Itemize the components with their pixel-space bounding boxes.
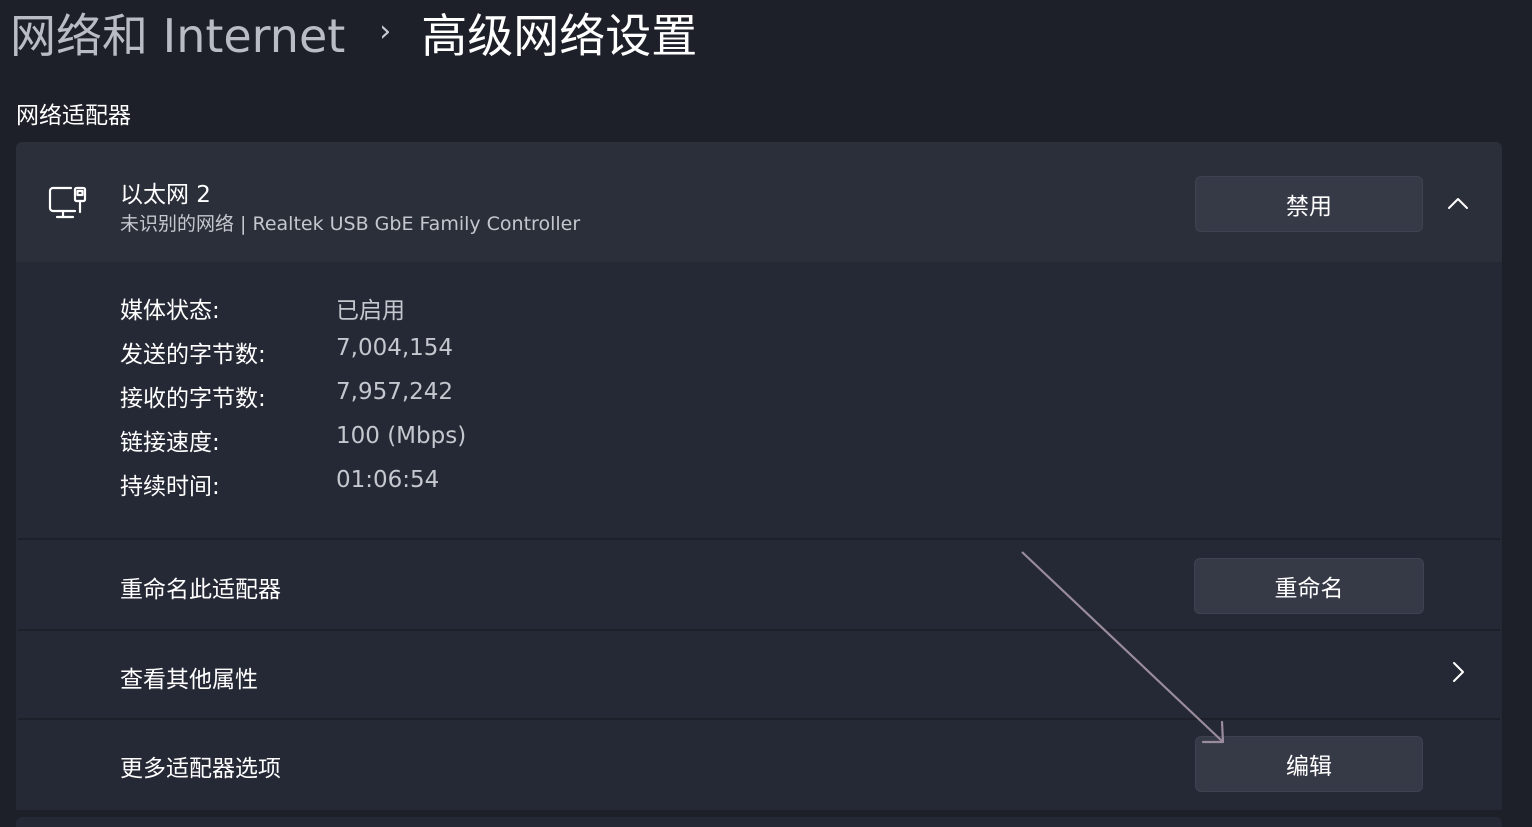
detail-value: 已启用: [336, 298, 405, 324]
divider: [18, 538, 1500, 540]
detail-label: 发送的字节数:: [120, 342, 266, 368]
detail-value: 7,004,154: [336, 335, 454, 361]
detail-label: 媒体状态:: [120, 298, 220, 324]
detail-value: 7,957,242: [336, 379, 454, 405]
adapter-name: 以太网 2: [120, 182, 211, 208]
collapse-button[interactable]: [1436, 182, 1480, 226]
divider: [18, 629, 1500, 631]
adapter-description: 未识别的网络 | Realtek USB GbE Family Controll…: [120, 213, 581, 235]
more-adapter-options-label: 更多适配器选项: [120, 756, 281, 782]
chevron-right-icon: [1451, 661, 1465, 687]
breadcrumb: 网络和 Internet › 高级网络设置: [10, 0, 697, 66]
ethernet-computer-icon: [47, 184, 87, 224]
detail-value: 100 (Mbps): [336, 423, 467, 449]
breadcrumb-separator: ›: [379, 13, 392, 49]
detail-row-media-state: 媒体状态: 已启用: [120, 287, 720, 331]
adapter-details: 媒体状态: 已启用 发送的字节数: 7,004,154 接收的字节数: 7,95…: [120, 287, 720, 507]
detail-row-bytes-sent: 发送的字节数: 7,004,154: [120, 331, 720, 375]
rename-adapter-label: 重命名此适配器: [120, 577, 281, 603]
rename-button[interactable]: 重命名: [1194, 558, 1424, 614]
detail-label: 持续时间:: [120, 474, 220, 500]
section-title-network-adapters: 网络适配器: [16, 103, 131, 129]
chevron-up-icon: [1447, 195, 1469, 214]
view-properties-button[interactable]: [1440, 656, 1476, 692]
view-properties-label[interactable]: 查看其他属性: [120, 660, 258, 694]
edit-button[interactable]: 编辑: [1195, 736, 1423, 792]
breadcrumb-parent-link[interactable]: 网络和 Internet: [10, 0, 345, 66]
advanced-network-settings-page: 网络和 Internet › 高级网络设置 网络适配器 以太网 2 未识别的网络…: [0, 0, 1532, 827]
next-card-edge: [16, 817, 1502, 827]
page-title: 高级网络设置: [421, 9, 698, 63]
disable-button[interactable]: 禁用: [1195, 176, 1423, 232]
adapter-card-header[interactable]: 以太网 2 未识别的网络 | Realtek USB GbE Family Co…: [16, 142, 1502, 262]
detail-value: 01:06:54: [336, 467, 440, 493]
detail-label: 链接速度:: [120, 430, 220, 456]
detail-label: 接收的字节数:: [120, 386, 266, 412]
adapter-card: 以太网 2 未识别的网络 | Realtek USB GbE Family Co…: [16, 142, 1502, 827]
detail-row-link-speed: 链接速度: 100 (Mbps): [120, 419, 720, 463]
detail-row-bytes-received: 接收的字节数: 7,957,242: [120, 375, 720, 419]
detail-row-duration: 持续时间: 01:06:54: [120, 463, 720, 507]
divider: [18, 718, 1500, 720]
